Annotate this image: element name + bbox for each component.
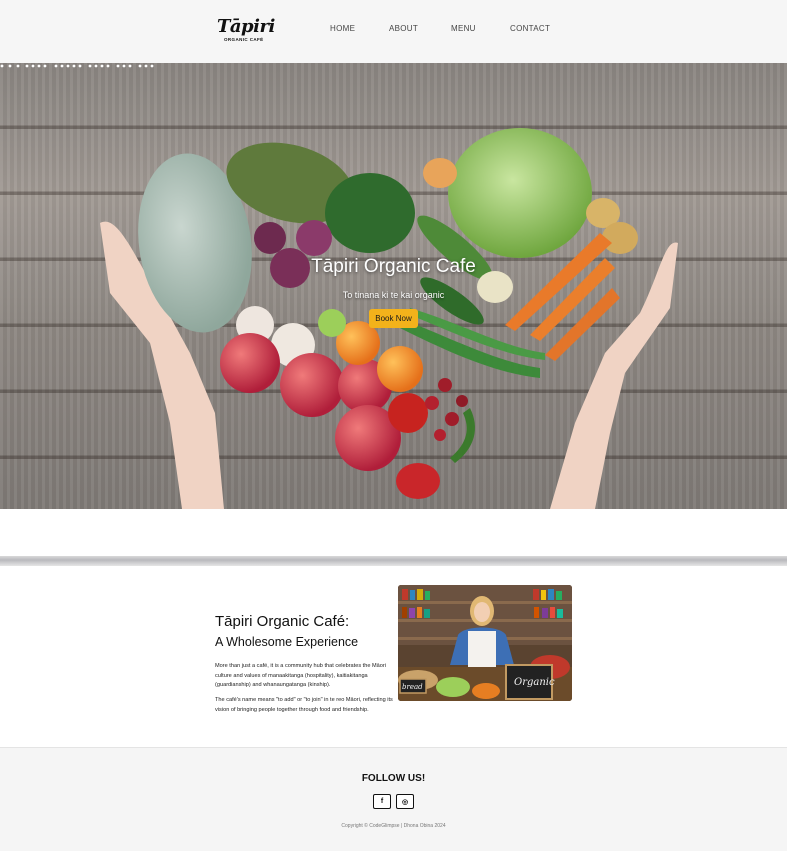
hero-overlay: Tāpiri Organic Cafe To tinana ki te kai … [0,63,787,509]
about-subtitle: A Wholesome Experience [215,635,359,649]
instagram-icon[interactable]: ◎ [396,794,414,809]
copyright-text: Copyright © CodeGlimpse | Dhona Obina 20… [341,823,446,829]
about-paragraph-1: More than just a café, it is a community… [215,663,387,688]
nav-contact[interactable]: CONTACT [510,24,550,33]
cafe-photo: Organic bread [398,585,572,701]
nav-about[interactable]: ABOUT [389,24,418,33]
logo-tagline: ORGANIC CAFÉ [224,37,264,42]
photo-sign-right: Organic [514,677,555,688]
follow-heading: FOLLOW US! [361,773,426,784]
site-footer: FOLLOW US! f ◎ Copyright © CodeGlimpse |… [0,747,787,851]
hero-subtitle: To tinana ki te kai organic [342,290,445,300]
book-now-button[interactable]: Book Now [369,309,418,328]
about-paragraph-2: The café's name means "to add" or "to jo… [215,697,393,713]
logo-wordmark: Tāpiri [217,16,275,37]
facebook-icon[interactable]: f [373,794,391,809]
hero-banner: Tāpiri Organic Cafe To tinana ki te kai … [0,63,787,509]
photo-sign-left: bread [402,683,423,691]
nav-home[interactable]: HOME [330,24,355,33]
hero-title: Tāpiri Organic Cafe [311,256,476,277]
site-header: Tāpiri ORGANIC CAFÉ HOME ABOUT MENU CONT… [0,0,787,63]
hero-dots-ornament [0,64,154,68]
section-divider [0,556,787,566]
about-title: Tāpiri Organic Café: [215,613,350,630]
nav-menu[interactable]: MENU [451,24,476,33]
brand-logo[interactable]: Tāpiri ORGANIC CAFÉ [217,16,277,44]
